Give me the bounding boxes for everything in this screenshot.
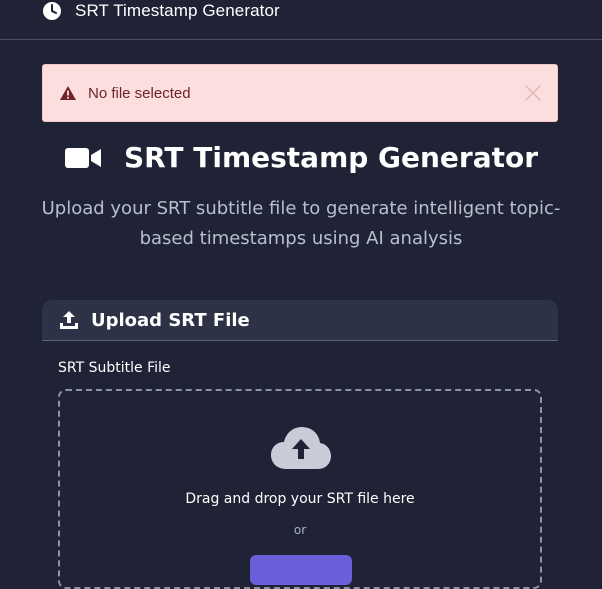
upload-icon <box>60 311 78 329</box>
hero-heading: SRT Timestamp Generator <box>0 138 602 178</box>
cloud-upload-icon <box>271 427 331 469</box>
dropzone-or-text: or <box>293 523 307 537</box>
srt-file-label: SRT Subtitle File <box>58 360 171 376</box>
app-title: SRT Timestamp Generator <box>75 1 280 20</box>
clock-icon <box>43 2 61 20</box>
error-alert: No file selected <box>42 64 558 122</box>
browse-files-button[interactable] <box>250 555 352 585</box>
warning-icon <box>60 86 76 100</box>
upload-panel-title: Upload SRT File <box>91 309 250 331</box>
dropzone-text: Drag and drop your SRT file here <box>185 491 415 507</box>
alert-message: No file selected <box>88 84 191 102</box>
file-dropzone[interactable]: Drag and drop your SRT file here or <box>58 389 542 589</box>
video-camera-icon <box>64 148 101 168</box>
page-subtitle: Upload your SRT subtitle file to generat… <box>41 198 561 249</box>
app-header: SRT Timestamp Generator <box>0 0 602 40</box>
close-icon[interactable] <box>523 83 543 103</box>
page-title: SRT Timestamp Generator <box>123 141 539 174</box>
upload-panel-header: Upload SRT File <box>42 300 558 341</box>
